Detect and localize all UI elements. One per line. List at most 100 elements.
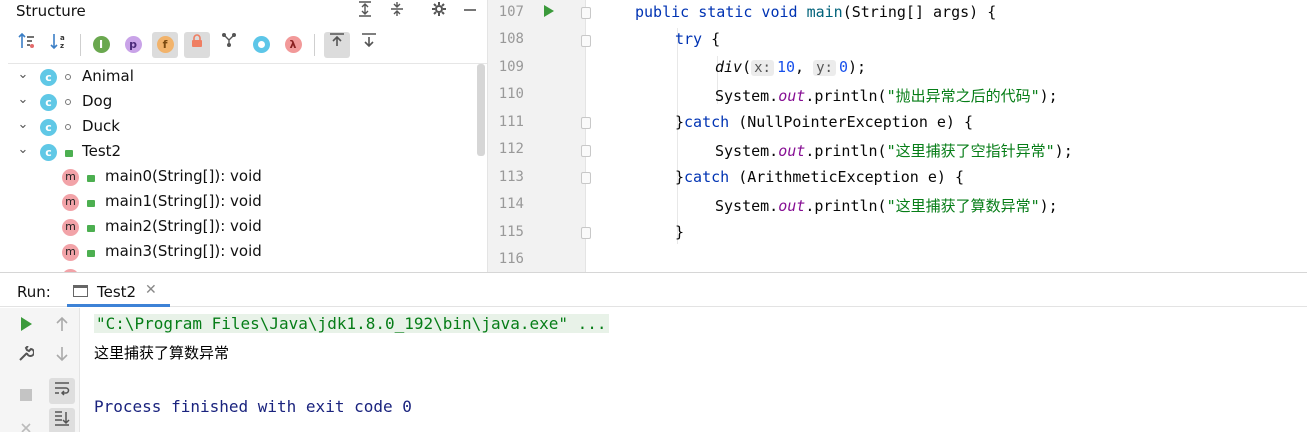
wrench-icon[interactable] [13, 344, 39, 370]
close-run-icon[interactable] [13, 416, 39, 432]
public-lock-icon [87, 175, 95, 182]
package-private-icon [65, 124, 71, 130]
tree-item-label: Dog [82, 92, 113, 110]
class-icon: c [40, 69, 57, 86]
tree-item-duck[interactable]: ⌄ c Duck [8, 115, 476, 140]
gear-icon[interactable] [426, 0, 452, 26]
line-number: 108 [498, 31, 524, 47]
structure-tree: ⌄ c Animal ⌄ c Dog ⌄ c Duck ⌄ c Test2 m … [8, 64, 476, 272]
run-header: Run: Test2 ✕ [0, 273, 1307, 307]
sort-alphabetically-icon[interactable]: az [46, 32, 72, 58]
method-icon: m [62, 194, 79, 211]
show-anonymous-classes-icon[interactable] [216, 32, 242, 58]
fold-marker-icon[interactable] [581, 117, 591, 129]
run-main-icon[interactable] [544, 5, 554, 17]
show-properties-icon[interactable]: p [120, 32, 146, 58]
arrow-up-icon[interactable] [49, 314, 75, 340]
tree-item-main3[interactable]: m main3(String[]): void [8, 240, 476, 265]
fold-marker-icon[interactable] [581, 7, 591, 19]
line-number: 110 [498, 86, 524, 102]
run-panel: Run: Test2 ✕ "C:\Program Files\Java\jdk1… [0, 272, 1307, 432]
chevron-down-icon[interactable]: ⌄ [16, 67, 30, 82]
tree-item-label: Test2 [82, 142, 122, 160]
run-title: Run: [17, 283, 51, 301]
fold-marker-icon[interactable] [581, 145, 591, 157]
line-number: 113 [498, 169, 524, 185]
tree-item-label: Animal [82, 67, 134, 85]
show-inherited-icon[interactable]: I [88, 32, 114, 58]
method-icon: m [62, 219, 79, 236]
minimize-icon[interactable] [457, 0, 483, 26]
package-private-icon [65, 74, 71, 80]
tree-item-dog[interactable]: ⌄ c Dog [8, 90, 476, 115]
scroll-to-end-icon[interactable] [49, 408, 75, 432]
fold-marker-icon[interactable] [581, 172, 591, 184]
line-number: 116 [498, 251, 524, 267]
structure-toolbar: az I p f λ [8, 28, 487, 64]
chevron-down-icon[interactable]: ⌄ [16, 117, 30, 132]
console-process-finished: Process finished with exit code 0 [94, 397, 412, 416]
autoscroll-to-source-icon[interactable] [324, 32, 350, 58]
show-lambdas-icon[interactable] [248, 32, 274, 58]
show-non-public-icon[interactable] [184, 32, 210, 58]
tree-item-label: main1(String[]): void [105, 192, 262, 210]
show-fields-icon[interactable]: f [152, 32, 178, 58]
class-icon: c [40, 119, 57, 136]
runnable-class-icon: c [40, 144, 57, 161]
tree-item-main1[interactable]: m main1(String[]): void [8, 190, 476, 215]
console-command-line: "C:\Program Files\Java\jdk1.8.0_192\bin\… [94, 314, 609, 333]
soft-wrap-icon[interactable] [49, 378, 75, 404]
param-hint-x: x: [751, 60, 774, 76]
expand-all-icon[interactable] [352, 0, 378, 26]
class-icon: c [40, 94, 57, 111]
collapse-all-icon[interactable] [384, 0, 410, 26]
run-tab-test2[interactable]: Test2 ✕ [67, 273, 170, 307]
tree-item-label: main3(String[]): void [105, 242, 262, 260]
structure-title: Structure [16, 2, 86, 20]
public-lock-icon [87, 200, 95, 207]
close-icon[interactable]: ✕ [145, 282, 157, 298]
lambda-icon[interactable]: λ [280, 32, 306, 58]
public-lock-icon [65, 150, 73, 157]
param-hint-y: y: [813, 60, 836, 76]
code-area[interactable]: public static void main(String[] args) {… [635, 0, 1305, 272]
code-line-115: } [675, 223, 685, 241]
chevron-down-icon[interactable]: ⌄ [16, 92, 30, 107]
tree-item-main2[interactable]: m main2(String[]): void [8, 215, 476, 240]
line-number: 107 [498, 4, 524, 20]
tree-item-label: Duck [82, 117, 120, 135]
tree-scrollbar[interactable] [477, 64, 485, 156]
editor-gutter: 107 108 109 110 111 112 113 114 115 116 [488, 0, 591, 272]
structure-panel: Structure az I p f λ ⌄ c Animal ⌄ c Dog … [8, 0, 488, 272]
stop-icon[interactable] [13, 384, 39, 410]
chevron-down-icon[interactable]: ⌄ [16, 142, 30, 157]
run-toolbar [0, 308, 80, 432]
svg-text:z: z [60, 42, 64, 50]
package-private-icon [65, 99, 71, 105]
sort-by-type-icon[interactable] [14, 32, 40, 58]
public-lock-icon [87, 250, 95, 257]
method-icon: m [62, 169, 79, 186]
line-number: 115 [498, 224, 524, 240]
code-line-114: System.out.println("这里捕获了算数异常"); [715, 197, 1058, 215]
tree-item-test2[interactable]: ⌄ c Test2 [8, 140, 476, 165]
tree-item-main0[interactable]: m main0(String[]): void [8, 165, 476, 190]
line-number: 114 [498, 196, 524, 212]
rerun-icon[interactable] [13, 314, 39, 340]
code-line-110: System.out.println("抛出异常之后的代码"); [715, 87, 1058, 105]
code-editor[interactable]: 107 108 109 110 111 112 113 114 115 116 … [488, 0, 1307, 272]
tree-item-animal[interactable]: ⌄ c Animal [8, 65, 476, 90]
arrow-down-icon[interactable] [49, 344, 75, 370]
code-line-108: try { [675, 30, 721, 48]
code-line-107: public static void main(String[] args) { [635, 3, 997, 21]
fold-marker-icon[interactable] [581, 35, 591, 47]
line-number: 109 [498, 59, 524, 75]
line-number: 112 [498, 141, 524, 157]
fold-marker-icon[interactable] [581, 227, 591, 239]
tree-item-label: main0(String[]): void [105, 167, 262, 185]
tree-item-partial [8, 265, 476, 272]
method-icon: m [62, 244, 79, 261]
structure-header: Structure [8, 0, 487, 26]
console-output-line: 这里捕获了算数异常 [94, 344, 230, 362]
autoscroll-from-source-icon[interactable] [356, 32, 382, 58]
